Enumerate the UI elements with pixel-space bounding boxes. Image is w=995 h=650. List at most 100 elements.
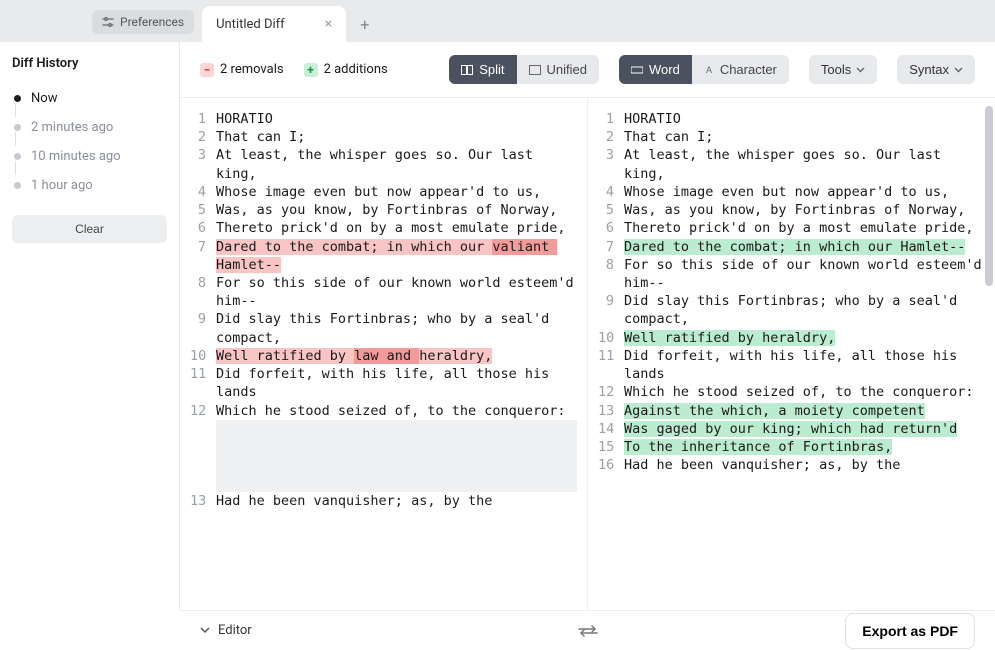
line-text: Did forfeit, with his life, all those hi… [216, 365, 577, 401]
line-text: Against the which, a moiety competent [624, 402, 985, 420]
line-text: At least, the whisper goes so. Our last … [216, 146, 577, 182]
line-text: HORATIO [624, 110, 985, 128]
add-tab-button[interactable]: + [346, 7, 383, 42]
history-item[interactable]: 1 hour ago [12, 172, 167, 199]
close-icon[interactable]: × [325, 16, 332, 32]
line-text: For so this side of our known world este… [216, 274, 577, 310]
character-label: Character [720, 62, 777, 77]
line-text: Dared to the combat; in which our valian… [216, 238, 577, 274]
diff-row: 8For so this side of our known world est… [588, 256, 995, 292]
toolbar: − 2 removals + 2 additions Split [180, 42, 995, 98]
line-number: 15 [598, 438, 624, 456]
line-text: Thereto prick'd on by a most emulate pri… [216, 219, 577, 237]
history-item[interactable]: 10 minutes ago [12, 143, 167, 170]
line-number: 6 [190, 219, 216, 237]
diff-row: 1HORATIO [180, 110, 587, 128]
scrollbar[interactable] [985, 106, 993, 286]
syntax-dropdown[interactable]: Syntax [897, 55, 975, 84]
line-text: That can I; [216, 128, 577, 146]
history-item[interactable]: 2 minutes ago [12, 114, 167, 141]
line-text: Whose image even but now appear'd to us, [216, 183, 577, 201]
diff-row: 4Whose image even but now appear'd to us… [180, 183, 587, 201]
line-number: 1 [598, 110, 624, 128]
tools-dropdown[interactable]: Tools [809, 55, 877, 84]
editor-toggle[interactable]: Editor [200, 623, 252, 638]
character-icon: A [704, 65, 714, 75]
diff-row: 3At least, the whisper goes so. Our last… [180, 146, 587, 182]
line-text: Was, as you know, by Fortinbras of Norwa… [216, 201, 577, 219]
main-area: Diff History Now 2 minutes ago 10 minutes … [0, 42, 995, 610]
timeline-dot-icon [14, 95, 21, 102]
sliders-icon [102, 17, 114, 27]
swap-sides-button[interactable] [576, 624, 600, 638]
history-item-label: 1 hour ago [31, 178, 93, 193]
diff-row: 5Was, as you know, by Fortinbras of Norw… [588, 201, 995, 219]
line-number: 6 [598, 219, 624, 237]
unified-icon [529, 65, 541, 75]
editor-label: Editor [218, 623, 252, 638]
diff-row: 8For so this side of our known world est… [180, 274, 587, 310]
history-item[interactable]: Now [12, 85, 167, 112]
line-number: 9 [190, 310, 216, 328]
line-text: To the inheritance of Fortinbras, [624, 438, 985, 456]
line-number: 16 [598, 456, 624, 474]
diff-row: 7Dared to the combat; in which our valia… [180, 238, 587, 274]
right-pane[interactable]: 1HORATIO2That can I;3At least, the whisp… [588, 98, 995, 610]
line-number: 9 [598, 292, 624, 310]
plus-icon: + [304, 63, 318, 77]
line-text: Dared to the combat; in which our Hamlet… [624, 238, 985, 256]
line-number: 3 [598, 146, 624, 164]
line-number: 11 [598, 347, 624, 365]
line-number: 4 [190, 183, 216, 201]
line-number: 11 [190, 365, 216, 383]
line-number: 5 [598, 201, 624, 219]
unified-view-button[interactable]: Unified [517, 55, 599, 84]
line-text: Thereto prick'd on by a most emulate pri… [624, 219, 985, 237]
additions-text: 2 additions [324, 62, 388, 77]
active-tab-label: Untitled Diff [216, 17, 285, 32]
line-text: Which he stood seized of, to the conquer… [624, 383, 985, 401]
line-text: That can I; [624, 128, 985, 146]
diff-row: 15To the inheritance of Fortinbras, [588, 438, 995, 456]
diff-row: 10Well ratified by heraldry, [588, 329, 995, 347]
line-text: Well ratified by heraldry, [624, 329, 985, 347]
line-text: For so this side of our known world este… [624, 256, 985, 292]
line-text: Which he stood seized of, to the conquer… [216, 402, 577, 420]
left-pane[interactable]: 1HORATIO2That can I;3At least, the whisp… [180, 98, 588, 610]
line-number: 13 [190, 492, 216, 510]
line-text: Did forfeit, with his life, all those hi… [624, 347, 985, 383]
word-icon [631, 65, 643, 75]
line-number: 10 [190, 347, 216, 365]
diff-row: 2That can I; [180, 128, 587, 146]
preferences-tab-label: Preferences [120, 15, 184, 29]
additions-stat: + 2 additions [304, 62, 388, 77]
diff-row: 13Against the which, a moiety competent [588, 402, 995, 420]
word-granularity-button[interactable]: Word [619, 55, 692, 84]
sidebar-heading: Diff History [12, 56, 167, 71]
line-number: 12 [598, 383, 624, 401]
history-list: Now 2 minutes ago 10 minutes ago 1 hour ago [12, 85, 167, 199]
tools-label: Tools [821, 62, 851, 77]
timeline-dot-icon [14, 182, 21, 189]
line-number: 13 [598, 402, 624, 420]
line-number: 14 [598, 420, 624, 438]
line-text: Did slay this Fortinbras; who by a seal'… [216, 310, 577, 346]
split-view-button[interactable]: Split [449, 55, 516, 84]
line-number: 8 [190, 274, 216, 292]
diff-area: 1HORATIO2That can I;3At least, the whisp… [180, 98, 995, 610]
preferences-tab[interactable]: Preferences [92, 10, 194, 34]
line-number: 1 [190, 110, 216, 128]
line-text: At least, the whisper goes so. Our last … [624, 146, 985, 182]
bottom-bar: Editor Export as PDF [180, 610, 995, 650]
syntax-label: Syntax [909, 62, 949, 77]
character-granularity-button[interactable]: A Character [692, 55, 789, 84]
svg-text:A: A [706, 65, 712, 75]
diff-row: 6Thereto prick'd on by a most emulate pr… [180, 219, 587, 237]
clear-history-button[interactable]: Clear [12, 215, 167, 243]
diff-row: 14Was gaged by our king; which had retur… [588, 420, 995, 438]
active-tab[interactable]: Untitled Diff × [202, 6, 346, 42]
export-pdf-button[interactable]: Export as PDF [845, 613, 975, 649]
history-item-label: 2 minutes ago [31, 120, 113, 135]
tab-bar: Preferences Untitled Diff × + [0, 0, 995, 42]
diff-row: 5Was, as you know, by Fortinbras of Norw… [180, 201, 587, 219]
